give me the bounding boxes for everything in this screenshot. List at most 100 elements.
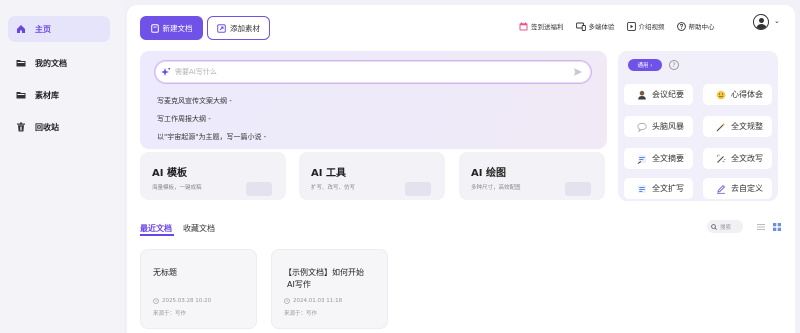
new-document-button[interactable]: 新建文档 <box>140 16 203 40</box>
ai-prompt-panel: 写麦克风宣传文案大纲 - 写工作周报大纲 - 以"宇宙起源"为主题，写一篇小说 … <box>140 51 607 149</box>
sidebar: 主页 我的文档 素材库 回收站 <box>0 0 124 333</box>
document-title: 无标题 <box>153 268 177 277</box>
doc-search-input[interactable]: 搜索 <box>707 220 743 233</box>
prompt-suggestion[interactable]: 以"宇宙起源"为主题，写一篇小说 - <box>157 132 266 142</box>
intro-video-link[interactable]: 介绍视频 <box>626 21 665 31</box>
tool-text-tidy[interactable]: 全文规整 <box>703 116 772 137</box>
card-title: AI 绘图 <box>471 168 506 179</box>
devices-icon <box>575 22 586 31</box>
magic-wand-icon <box>716 122 726 132</box>
clock-icon <box>284 298 290 304</box>
ai-prompt-input[interactable] <box>175 68 555 76</box>
search-placeholder: 搜索 <box>720 224 732 231</box>
tool-label: 全文摘要 <box>652 154 684 163</box>
material-icon <box>217 23 226 33</box>
sidebar-item-label: 回收站 <box>35 122 59 132</box>
document-date: 2025.03.28 10:20 <box>153 298 211 304</box>
drawing-illustration-icon <box>565 182 591 196</box>
tool-label: 会议纪要 <box>652 90 684 99</box>
home-icon <box>16 24 26 34</box>
multi-device-label: 多端体验 <box>588 23 615 31</box>
sidebar-item-trash[interactable]: 回收站 <box>8 115 110 139</box>
document-date-text: 2024.01.03 11:18 <box>293 298 343 304</box>
sidebar-item-materials[interactable]: 素材库 <box>8 83 110 107</box>
tool-expand[interactable]: 全文扩写 <box>624 178 693 199</box>
tool-reflections[interactable]: 心得体会 <box>703 84 772 105</box>
tab-recent-docs[interactable]: 最近文档 <box>140 223 174 236</box>
grid-view-icon[interactable] <box>773 223 781 233</box>
trash-icon <box>16 122 26 132</box>
help-icon <box>676 21 686 31</box>
main-panel: 新建文档 添加素材 签到送福利 多端体验 介绍视频 帮助中心 ⌄ 需要AI写什么… <box>127 5 795 333</box>
tool-summary[interactable]: 全文摘要 <box>624 148 693 169</box>
tool-brainstorm[interactable]: 头脑风暴 <box>624 116 693 137</box>
checkin-rewards-link[interactable]: 签到送福利 <box>519 21 564 31</box>
sidebar-item-label: 我的文档 <box>35 58 67 68</box>
tool-label: 全文扩写 <box>652 184 684 193</box>
clock-icon <box>153 298 159 304</box>
intro-video-label: 介绍视频 <box>638 23 665 31</box>
top-links: 签到送福利 多端体验 介绍视频 帮助中心 <box>519 17 727 35</box>
checkin-rewards-label: 签到送福利 <box>531 23 564 31</box>
tool-label: 去自定义 <box>731 184 763 193</box>
card-title: AI 工具 <box>311 168 346 179</box>
person-icon <box>637 90 647 100</box>
document-source: 来源于：写作 <box>153 311 187 317</box>
card-title: AI 模板 <box>152 168 187 179</box>
document-title-line: 【示例文档】如何开始 <box>284 268 364 277</box>
add-material-button[interactable]: 添加素材 <box>207 16 270 40</box>
sidebar-item-my-docs[interactable]: 我的文档 <box>8 51 110 75</box>
ai-prompt-box[interactable] <box>154 60 592 84</box>
multi-device-link[interactable]: 多端体验 <box>575 21 615 31</box>
smile-icon <box>716 90 726 100</box>
tab-favorite-docs[interactable]: 收藏文档 <box>183 223 215 234</box>
tool-label: 全文改写 <box>731 154 763 163</box>
new-document-label: 新建文档 <box>162 23 193 33</box>
ai-drawing-card[interactable]: AI 绘图 多种尺寸，高效配图 <box>459 152 605 200</box>
avatar[interactable] <box>753 14 769 30</box>
template-illustration-icon <box>246 182 272 196</box>
expand-icon <box>637 184 647 194</box>
help-icon[interactable]: ? <box>669 60 679 70</box>
tools-illustration-icon <box>405 182 431 196</box>
tool-label: 头脑风暴 <box>652 122 684 131</box>
tool-label: 心得体会 <box>731 90 763 99</box>
search-icon <box>711 223 717 230</box>
chevron-down-icon[interactable]: ⌄ <box>774 17 780 25</box>
folder-icon <box>16 90 26 100</box>
ai-template-card[interactable]: AI 模板 海量模板，一键成稿 <box>140 152 286 200</box>
document-card[interactable]: 【示例文档】如何开始 AI写作 2024.01.03 11:18 来源于：写作 <box>271 249 388 329</box>
tool-rewrite[interactable]: 全文改写 <box>703 148 772 169</box>
document-date: 2024.01.03 11:18 <box>284 298 342 304</box>
sparkle-icon <box>161 67 171 79</box>
sidebar-item-label: 主页 <box>35 24 51 34</box>
ai-tools-card[interactable]: AI 工具 扩写、改写、仿写 <box>299 152 445 200</box>
calendar-icon <box>519 21 528 31</box>
video-icon <box>626 21 636 31</box>
list-view-icon[interactable] <box>757 223 765 233</box>
tool-meeting-minutes[interactable]: 会议纪要 <box>624 84 693 105</box>
sidebar-item-label: 素材库 <box>35 90 59 100</box>
chat-icon <box>637 122 647 132</box>
document-title: 【示例文档】如何开始 AI写作 <box>284 267 364 291</box>
send-icon[interactable] <box>573 67 583 79</box>
prompt-suggestion[interactable]: 写工作周报大纲 - <box>157 114 211 124</box>
tool-customize[interactable]: 去自定义 <box>703 178 772 199</box>
pen-icon <box>716 184 726 194</box>
help-center-label: 帮助中心 <box>688 23 715 31</box>
folder-icon <box>16 58 26 68</box>
category-universal-button[interactable]: 通用 › <box>628 59 662 71</box>
tool-label: 全文规整 <box>731 122 763 131</box>
sidebar-item-home[interactable]: 主页 <box>8 16 110 42</box>
document-title-line: AI写作 <box>287 280 311 289</box>
prompt-suggestion[interactable]: 写麦克风宣传文案大纲 - <box>157 96 232 106</box>
document-date-text: 2025.03.28 10:20 <box>162 298 212 304</box>
help-center-link[interactable]: 帮助中心 <box>676 21 715 31</box>
document-icon <box>150 23 159 33</box>
rewrite-icon <box>716 154 726 164</box>
document-card[interactable]: 无标题 2025.03.28 10:20 来源于：写作 <box>140 249 257 329</box>
add-material-label: 添加素材 <box>230 23 260 33</box>
summary-icon <box>637 154 647 164</box>
document-source: 来源于：写作 <box>284 311 318 317</box>
ai-tools-panel: 通用 › ? 会议纪要 心得体会 头脑风暴 全文规整 全文摘要 全文改写 全文扩… <box>618 51 778 201</box>
